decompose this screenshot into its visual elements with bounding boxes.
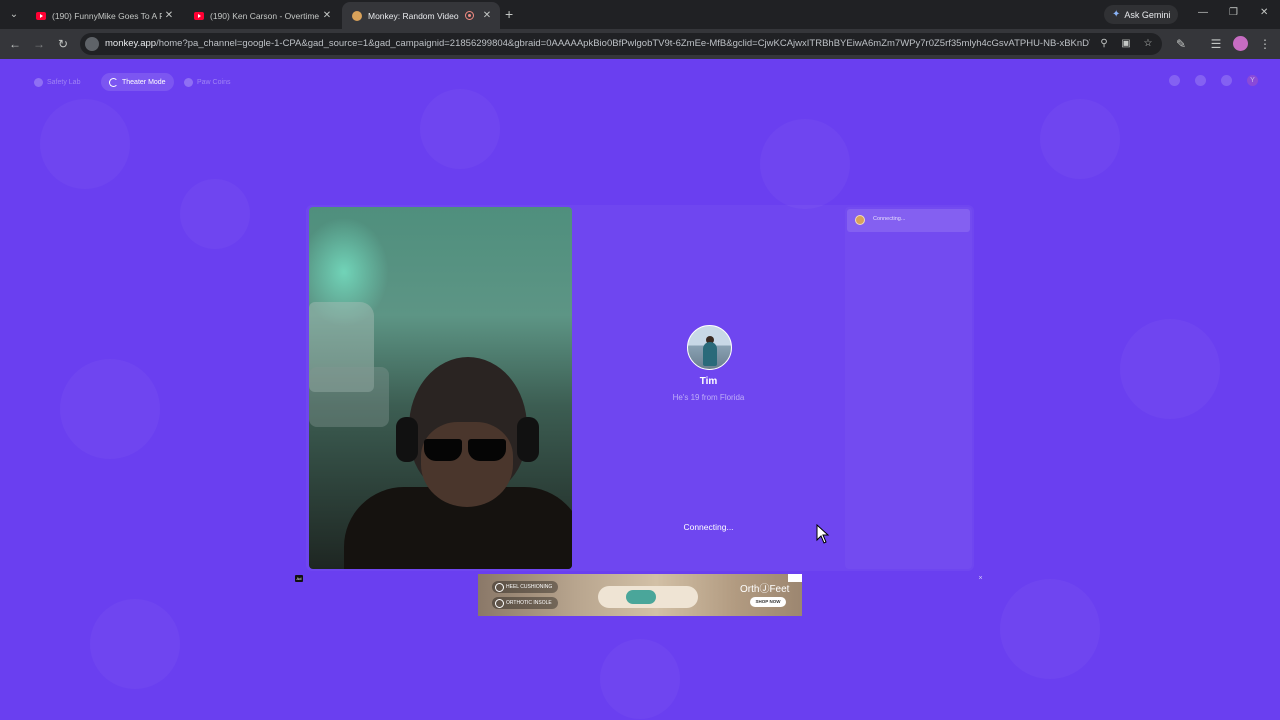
ad-badge: Ad bbox=[295, 575, 303, 582]
browser-tab-strip: ⌄ (190) FunnyMike Goes To A RAP ✕ (190) … bbox=[0, 0, 1280, 29]
ad-brand: OrthⒿFeet bbox=[740, 584, 790, 595]
close-tab-icon[interactable]: ✕ bbox=[320, 10, 334, 21]
media-control-icon[interactable]: ☰ bbox=[1207, 35, 1225, 53]
headphones-icon bbox=[517, 417, 539, 462]
background-pattern bbox=[1000, 579, 1100, 679]
background-pattern bbox=[420, 89, 500, 169]
new-tab-plus-icon[interactable]: + bbox=[505, 6, 513, 22]
tab-search-chevron-icon[interactable]: ⌄ bbox=[4, 5, 24, 25]
avatar-person-body bbox=[703, 342, 717, 366]
background-pattern bbox=[600, 639, 680, 719]
ad-info-icon[interactable] bbox=[788, 574, 802, 582]
background-pattern bbox=[180, 179, 250, 249]
self-camera-feed bbox=[309, 207, 572, 569]
extensions-icon[interactable]: ✎ bbox=[1172, 35, 1190, 53]
tab-title: (190) Ken Carson - Overtime (O bbox=[210, 10, 320, 21]
bookmark-star-icon[interactable]: ☆ bbox=[1140, 36, 1156, 52]
paw-coins-icon bbox=[184, 77, 193, 87]
background-pattern bbox=[1040, 99, 1120, 179]
theater-mode-icon bbox=[109, 77, 118, 87]
ad-close-icon[interactable]: × bbox=[977, 575, 984, 582]
chair-backdrop bbox=[309, 367, 389, 427]
minimize-icon[interactable]: — bbox=[1198, 7, 1208, 18]
connection-status: Connecting... bbox=[683, 522, 734, 532]
chat-side-panel: Connecting... bbox=[845, 207, 972, 569]
history-icon[interactable] bbox=[1195, 75, 1206, 86]
tab-title: Monkey: Random Video Ch bbox=[368, 10, 459, 21]
browser-profile-avatar[interactable] bbox=[1233, 36, 1248, 51]
mouse-cursor-icon bbox=[816, 524, 830, 544]
video-chat-area: Tim He's 19 from Florida Connecting... C… bbox=[306, 205, 974, 571]
tab-title: (190) FunnyMike Goes To A RAP bbox=[52, 10, 162, 21]
stranger-avatar bbox=[687, 325, 732, 370]
shop-now-button[interactable]: SHOP NOW bbox=[750, 597, 786, 607]
recording-icon bbox=[465, 11, 474, 20]
url-host: monkey.app bbox=[105, 38, 157, 49]
background-pattern bbox=[60, 359, 160, 459]
safety-lab-link[interactable]: Safety Lab bbox=[34, 73, 80, 91]
close-window-icon[interactable]: ✕ bbox=[1260, 7, 1268, 18]
gemini-sparkle-icon: ✦ bbox=[1112, 9, 1121, 20]
safety-lab-label: Safety Lab bbox=[47, 78, 81, 86]
install-app-icon[interactable]: ▣ bbox=[1118, 36, 1134, 52]
background-pattern bbox=[760, 119, 850, 209]
orthofeet-ad-banner[interactable]: HEEL CUSHIONING ORTHOTIC INSOLE OrthⒿFee… bbox=[478, 574, 802, 616]
insole-image bbox=[626, 590, 656, 604]
monkey-icon bbox=[855, 215, 865, 225]
back-arrow-icon[interactable]: ← bbox=[6, 35, 24, 53]
site-info-icon[interactable] bbox=[85, 37, 99, 51]
address-bar[interactable]: monkey.app/home?pa_channel=google-1-CPA&… bbox=[80, 33, 1162, 55]
restore-icon[interactable]: ❐ bbox=[1229, 7, 1238, 18]
youtube-icon bbox=[194, 11, 204, 20]
tab-ken-carson[interactable]: (190) Ken Carson - Overtime (O ✕ bbox=[184, 2, 340, 29]
monkey-icon bbox=[352, 10, 362, 21]
stranger-name: Tim bbox=[699, 376, 718, 387]
tab-funnymike[interactable]: (190) FunnyMike Goes To A RAP ✕ bbox=[26, 2, 182, 29]
forward-arrow-icon[interactable]: → bbox=[30, 35, 48, 53]
browser-toolbar: ← → ↻ monkey.app/home?pa_channel=google-… bbox=[0, 29, 1280, 59]
sunglasses bbox=[424, 439, 506, 461]
tab-monkey[interactable]: Monkey: Random Video Ch ✕ bbox=[342, 2, 500, 29]
person-face bbox=[421, 422, 513, 507]
paw-coins-label: Paw Coins bbox=[197, 78, 231, 86]
theater-mode-label: Theater Mode bbox=[122, 78, 166, 86]
ad-feature-heel: HEEL CUSHIONING bbox=[492, 581, 559, 593]
chat-status-header: Connecting... bbox=[847, 209, 970, 232]
monkey-app-page: Safety Lab Theater Mode Paw Coins Y Tim … bbox=[0, 59, 1280, 720]
zoom-icon[interactable]: ⚲ bbox=[1096, 36, 1112, 52]
reload-icon[interactable]: ↻ bbox=[54, 35, 72, 53]
url-path: /home?pa_channel=google-1-CPA&gad_source… bbox=[156, 38, 1090, 49]
theater-mode-button[interactable]: Theater Mode bbox=[101, 73, 174, 91]
coins-icon[interactable] bbox=[1169, 75, 1180, 86]
ask-gemini-button[interactable]: ✦ Ask Gemini bbox=[1104, 5, 1179, 24]
close-tab-icon[interactable]: ✕ bbox=[162, 10, 176, 21]
stranger-panel: Tim He's 19 from Florida Connecting... bbox=[577, 207, 840, 569]
chat-status-text: Connecting... bbox=[873, 216, 906, 222]
ask-gemini-label: Ask Gemini bbox=[1124, 9, 1171, 20]
youtube-icon bbox=[36, 11, 46, 20]
stranger-info: He's 19 from Florida bbox=[672, 393, 745, 402]
url-text[interactable]: monkey.app/home?pa_channel=google-1-CPA&… bbox=[105, 33, 1090, 55]
user-avatar[interactable]: Y bbox=[1247, 75, 1258, 86]
background-pattern bbox=[90, 599, 180, 689]
browser-menu-icon[interactable]: ⋮ bbox=[1256, 35, 1274, 53]
close-tab-icon[interactable]: ✕ bbox=[480, 10, 494, 21]
safety-lab-icon bbox=[34, 77, 43, 87]
background-pattern bbox=[40, 99, 130, 189]
headphones-icon bbox=[396, 417, 418, 462]
ad-feature-insole: ORTHOTIC INSOLE bbox=[492, 597, 558, 609]
messages-icon[interactable] bbox=[1221, 75, 1232, 86]
paw-coins-link[interactable]: Paw Coins bbox=[184, 73, 230, 91]
background-pattern bbox=[1120, 319, 1220, 419]
